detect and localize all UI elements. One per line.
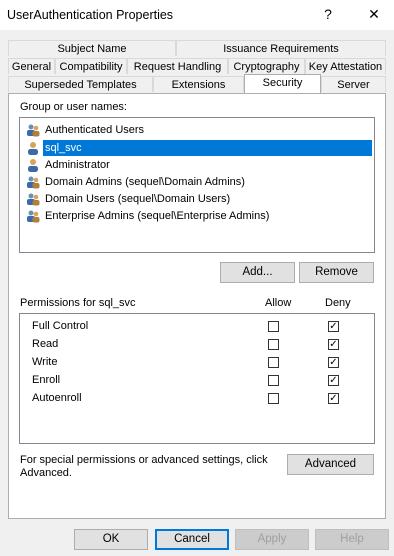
tab-superseded-templates[interactable]: Superseded Templates [8,76,153,92]
window-title: UserAuthentication Properties [7,8,174,22]
allow-autoenroll-checkbox[interactable] [268,393,279,404]
permission-name: Full Control [32,320,89,332]
advanced-button[interactable]: Advanced [287,454,374,475]
tab-cryptography[interactable]: Cryptography [228,58,305,74]
permissions-list: Full Control Read Write Enroll Autoenrol… [19,313,375,444]
tab-compatibility[interactable]: Compatibility [55,58,127,74]
tab-request-handling[interactable]: Request Handling [127,58,228,74]
list-item[interactable]: Domain Admins (sequel\Domain Admins) [26,174,247,190]
list-item[interactable]: Domain Users (sequel\Domain Users) [26,191,232,207]
checkmark-icon: ✓ [329,393,338,404]
user-name: Enterprise Admins (sequel\Enterprise Adm… [45,210,270,222]
title-bar: UserAuthentication Properties ? ✕ [0,0,394,30]
user-name: Domain Users (sequel\Domain Users) [45,193,231,205]
cancel-button[interactable]: Cancel [155,529,229,550]
list-item[interactable]: Administrator [26,157,112,173]
deny-autoenroll-checkbox[interactable]: ✓ [328,393,339,404]
user-icon [26,158,40,172]
allow-full-control-checkbox[interactable] [268,321,279,332]
user-name: Administrator [45,159,110,171]
allow-column-header: Allow [265,297,292,309]
checkmark-icon: ✓ [329,357,338,368]
tab-general[interactable]: General [8,58,55,74]
tab-extensions[interactable]: Extensions [153,76,244,92]
group-icon [26,123,40,137]
selection-highlight [44,140,372,156]
user-name: sql_svc [43,140,84,156]
deny-write-checkbox[interactable]: ✓ [328,357,339,368]
close-button[interactable]: ✕ [364,4,384,24]
checkmark-icon: ✓ [329,375,338,386]
help-title-button[interactable]: ? [318,4,338,24]
deny-read-checkbox[interactable]: ✓ [328,339,339,350]
deny-column-header: Deny [325,297,351,309]
list-item[interactable]: Authenticated Users [26,122,146,138]
permissions-label: Permissions for sql_svc [20,297,136,309]
allow-read-checkbox[interactable] [268,339,279,350]
deny-enroll-checkbox[interactable]: ✓ [328,375,339,386]
group-icon [26,209,40,223]
user-name: Domain Admins (sequel\Domain Admins) [45,176,245,188]
tab-security[interactable]: Security [244,74,321,93]
user-icon [26,141,40,155]
remove-button[interactable]: Remove [299,262,374,283]
add-button[interactable]: Add... [220,262,295,283]
group-icon [26,192,40,206]
permission-name: Enroll [32,374,61,386]
tab-issuance-requirements[interactable]: Issuance Requirements [176,40,386,56]
help-button[interactable]: Help [315,529,389,550]
permission-name: Autoenroll [32,392,82,404]
permission-name: Read [32,338,59,350]
list-item[interactable]: Enterprise Admins (sequel\Enterprise Adm… [26,208,271,224]
user-name: Authenticated Users [45,124,145,136]
tab-server[interactable]: Server [321,76,386,92]
tab-key-attestation[interactable]: Key Attestation [305,58,386,74]
tab-subject-name[interactable]: Subject Name [8,40,176,56]
ok-button[interactable]: OK [74,529,148,550]
allow-write-checkbox[interactable] [268,357,279,368]
list-item[interactable]: sql_svc [26,140,84,156]
group-or-user-names-label: Group or user names: [20,101,127,113]
special-permissions-text-2: Advanced. [20,467,72,479]
user-listbox[interactable]: Authenticated Users sql_svc Administrato… [19,117,375,253]
checkmark-icon: ✓ [329,321,338,332]
checkmark-icon: ✓ [329,339,338,350]
group-icon [26,175,40,189]
deny-full-control-checkbox[interactable]: ✓ [328,321,339,332]
special-permissions-text: For special permissions or advanced sett… [20,454,268,466]
permission-name: Write [32,356,58,368]
apply-button[interactable]: Apply [235,529,309,550]
allow-enroll-checkbox[interactable] [268,375,279,386]
